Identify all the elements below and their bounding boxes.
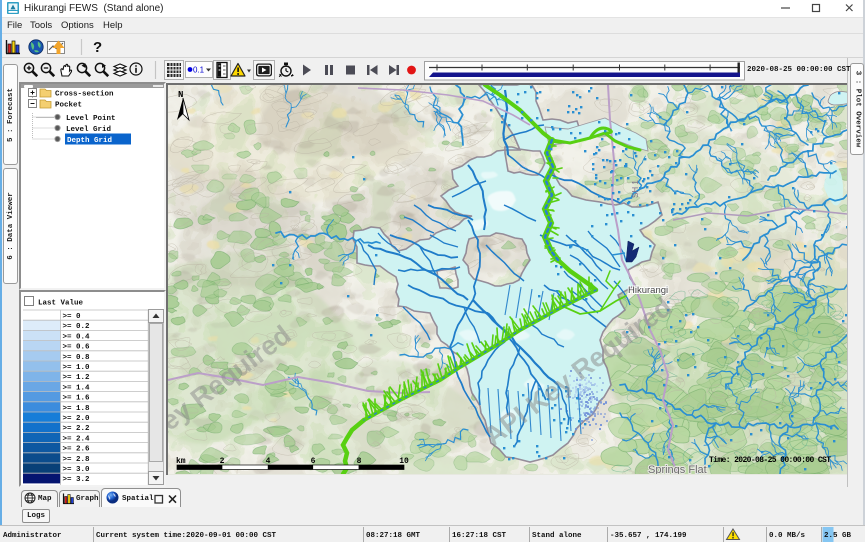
svg-text:>= 1.0: >= 1.0 <box>63 364 91 372</box>
svg-text:8: 8 <box>357 457 362 466</box>
svg-text:>= 2.4: >= 2.4 <box>63 435 91 443</box>
svg-text:>= 1.4: >= 1.4 <box>63 384 91 392</box>
svg-text:>= 0: >= 0 <box>63 313 82 321</box>
svg-text:?: ? <box>93 39 102 56</box>
svg-text:>= 1.8: >= 1.8 <box>63 405 91 413</box>
svg-text:>= 1.6: >= 1.6 <box>63 395 91 403</box>
svg-text:Pocket: Pocket <box>55 102 82 110</box>
svg-text:2: 2 <box>220 457 225 466</box>
svg-text:2.5 GB: 2.5 GB <box>824 532 852 540</box>
svg-text:>= 0.6: >= 0.6 <box>63 344 91 352</box>
svg-text:>= 2.8: >= 2.8 <box>63 456 91 464</box>
svg-text:4: 4 <box>266 457 271 466</box>
svg-text:08:27:18 GMT: 08:27:18 GMT <box>366 532 421 540</box>
svg-text:Last Value: Last Value <box>38 300 84 308</box>
svg-text:6: 6 <box>311 457 316 466</box>
svg-text:>= 2.6: >= 2.6 <box>63 446 91 454</box>
svg-text:>= 0.8: >= 0.8 <box>63 354 91 362</box>
svg-text:Stand alone: Stand alone <box>532 532 582 540</box>
svg-text:Cross-section: Cross-section <box>55 91 114 99</box>
svg-text:>= 3.2: >= 3.2 <box>63 476 91 484</box>
svg-text:>= 2.0: >= 2.0 <box>63 415 91 423</box>
svg-text:0.1: 0.1 <box>193 66 205 75</box>
svg-text:-35.657 , 174.199: -35.657 , 174.199 <box>610 532 687 540</box>
svg-text:>= 3.0: >= 3.0 <box>63 466 91 474</box>
svg-text:Hikurangi: Hikurangi <box>628 285 668 296</box>
svg-text:Depth Grid: Depth Grid <box>67 137 112 145</box>
svg-text:Springs Flat: Springs Flat <box>648 464 707 474</box>
svg-text:10: 10 <box>399 457 409 466</box>
svg-text:Level Point: Level Point <box>66 115 116 123</box>
svg-text:N: N <box>178 90 183 100</box>
svg-text:Time: 2020-08-25 00:00:00 CST: Time: 2020-08-25 00:00:00 CST <box>709 456 831 465</box>
svg-text:SH 1: SH 1 <box>631 180 640 198</box>
svg-text:0.0 MB/s: 0.0 MB/s <box>769 532 806 540</box>
svg-text:km: km <box>176 457 186 466</box>
svg-text:Current system time:2020-09-01: Current system time:2020-09-01 00:00 CST <box>96 532 277 540</box>
svg-text:>= 0.4: >= 0.4 <box>63 333 91 341</box>
svg-text:Administrator: Administrator <box>3 532 62 540</box>
svg-text:Level Grid: Level Grid <box>66 126 111 134</box>
svg-text:16:27:18 CST: 16:27:18 CST <box>452 532 507 540</box>
